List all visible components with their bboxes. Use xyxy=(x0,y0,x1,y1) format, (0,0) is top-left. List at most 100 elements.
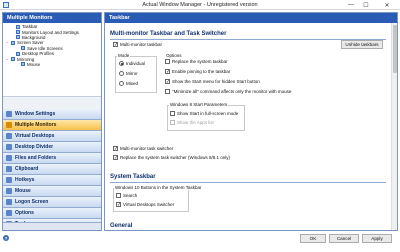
apply-button[interactable]: Apply xyxy=(362,234,392,243)
settings-tree: Taskbar Monitors Layout and Settings Backg… xyxy=(3,23,101,68)
nav-item-options[interactable]: Options xyxy=(3,208,101,219)
tree-item-label: Screen Saver xyxy=(17,40,44,46)
nav-item-files-and-folders[interactable]: Files and Folders xyxy=(3,153,101,164)
monitor-icon xyxy=(16,30,20,35)
checkbox-icon xyxy=(165,59,170,64)
checkbox-icon xyxy=(165,69,170,75)
section-divider xyxy=(110,182,386,183)
nav-item-label: Clipboard xyxy=(15,166,39,172)
window-title: Actual Window Manager - Unregistered ver… xyxy=(142,2,258,8)
mode-radio-individual[interactable]: Individual xyxy=(119,61,145,66)
nav-item-multiple-monitors[interactable]: Multiple Monitors xyxy=(3,120,101,131)
checkbox-icon xyxy=(113,155,118,161)
monitor-icon xyxy=(16,51,20,56)
tree-item-label: Save Idle Screens xyxy=(27,45,63,51)
checkbox-icon xyxy=(113,146,118,152)
nav-item-virtual-desktops[interactable]: Virtual Desktops xyxy=(3,131,101,142)
option-checkbox[interactable]: Enable pinning to the taskbar xyxy=(165,69,230,75)
checkbox-icon xyxy=(170,120,175,125)
ok-button[interactable]: OK xyxy=(300,234,326,243)
mode-group-label: Mode xyxy=(117,53,131,58)
nav-item-label: Desktop Divider xyxy=(15,144,54,150)
checkbox-label: Search xyxy=(123,193,138,198)
tree-item[interactable]: Mouse xyxy=(6,62,98,67)
category-icon xyxy=(6,122,12,128)
section-title-general: General xyxy=(110,223,133,229)
section-title-multimonitor: Multi-monitor Taskbar and Task Switcher xyxy=(110,31,227,37)
checkbox-label: Replace the system taskbar xyxy=(172,59,228,64)
tree-item-label: Taskbar xyxy=(22,24,38,30)
category-icon xyxy=(6,133,12,139)
category-icon xyxy=(6,144,12,150)
checkbox-label: Virtual Desktops Switcher xyxy=(123,202,175,207)
radio-label: Mirror xyxy=(126,71,138,76)
nav-item-label: Window Settings xyxy=(15,111,56,117)
category-icon xyxy=(6,210,12,216)
nav-item-logon-screen[interactable]: Logon Screen xyxy=(3,197,101,208)
category-nav: Window Settings Multiple Monitors Virtual … xyxy=(3,109,101,230)
maximize-button[interactable]: ☐ xyxy=(359,0,373,10)
nav-item-label: Hotkeys xyxy=(15,177,35,183)
vertical-scrollbar[interactable] xyxy=(391,23,397,230)
monitor-icon xyxy=(21,62,25,67)
win10-buttons-group-label: Windows 10 Buttons in the System Taskbar xyxy=(114,185,203,190)
title-bar: Actual Window Manager - Unregistered ver… xyxy=(0,0,400,10)
checkbox-icon xyxy=(165,89,170,94)
collapse-icon[interactable]: − xyxy=(6,40,10,45)
nav-item-label: Multiple Monitors xyxy=(15,122,57,128)
tree-item-label: Mouse xyxy=(27,61,41,67)
unhide-taskbars-button[interactable]: Unhide taskbars xyxy=(341,40,383,49)
replace-task-switcher-checkbox[interactable]: Replace the system task switcher (Window… xyxy=(113,155,230,161)
panel-splitter[interactable] xyxy=(3,96,101,109)
option-checkbox[interactable]: Replace the system taskbar xyxy=(165,59,228,64)
nav-item-window-settings[interactable]: Window Settings xyxy=(3,109,101,120)
multi-monitor-taskbar-checkbox[interactable]: Multi-monitor taskbar xyxy=(113,42,162,48)
option-checkbox[interactable]: "Minimize all" command affects only the … xyxy=(165,89,291,94)
multi-monitor-task-switcher-checkbox[interactable]: Multi-monitor task switcher xyxy=(113,146,174,152)
help-icon[interactable]: ? xyxy=(3,235,9,241)
checkbox-label: "Minimize all" command affects only the … xyxy=(172,89,292,94)
radio-label: Mixed xyxy=(126,81,139,86)
radio-icon xyxy=(119,81,124,86)
nav-item-clipboard[interactable]: Clipboard xyxy=(3,164,101,175)
radio-icon xyxy=(119,61,124,66)
cancel-button[interactable]: Cancel xyxy=(329,234,359,243)
collapse-icon[interactable]: − xyxy=(6,57,10,62)
checkbox-icon xyxy=(170,111,175,116)
option-checkbox[interactable]: Show the Start menu for hidden Start but… xyxy=(165,79,260,85)
radio-icon xyxy=(119,71,124,76)
option-checkbox[interactable]: Search xyxy=(116,193,137,198)
option-checkbox[interactable]: Show the Apps list xyxy=(170,120,214,125)
nav-item-mouse[interactable]: Mouse xyxy=(3,186,101,197)
scrollbar-thumb[interactable] xyxy=(393,25,397,73)
option-checkbox[interactable]: Show Start in full-screen mode xyxy=(170,111,238,116)
right-panel: Taskbar Multi-monitor Taskbar and Task S… xyxy=(104,12,398,231)
mode-radio-mixed[interactable]: Mixed xyxy=(119,81,138,86)
checkbox-label: Show Start in full-screen mode xyxy=(177,111,239,116)
checkbox-icon xyxy=(116,202,121,208)
section-title-system-taskbar: System Taskbar xyxy=(110,174,156,180)
nav-item-label: Files and Folders xyxy=(15,155,57,161)
category-icon xyxy=(6,155,12,161)
nav-item-desktop-divider[interactable]: Desktop Divider xyxy=(3,142,101,153)
minimize-button[interactable]: — xyxy=(344,0,358,10)
option-checkbox[interactable]: Virtual Desktops Switcher xyxy=(116,202,175,208)
mode-radio-mirror[interactable]: Mirror xyxy=(119,71,138,76)
nav-item-hotkeys[interactable]: Hotkeys xyxy=(3,175,101,186)
checkbox-label: Show the Start menu for hidden Start but… xyxy=(172,79,260,84)
nav-item-label: Virtual Desktops xyxy=(15,133,55,139)
tree-item-label: Mirroring xyxy=(17,56,35,62)
close-button[interactable]: ✕ xyxy=(374,0,400,10)
monitor-icon xyxy=(11,40,15,45)
options-group-label: Options xyxy=(165,53,183,58)
checkbox-label: Show the Apps list xyxy=(177,120,214,125)
checkbox-icon xyxy=(116,193,121,198)
monitor-icon xyxy=(11,57,15,62)
category-icon xyxy=(6,166,12,172)
category-icon xyxy=(6,111,12,117)
checkbox-label: Multi-monitor task switcher xyxy=(120,146,174,151)
tree-item-label: Monitors Layout and Settings xyxy=(22,29,79,35)
nav-footer xyxy=(3,222,101,230)
radio-label: Individual xyxy=(126,61,146,66)
category-icon xyxy=(6,177,12,183)
